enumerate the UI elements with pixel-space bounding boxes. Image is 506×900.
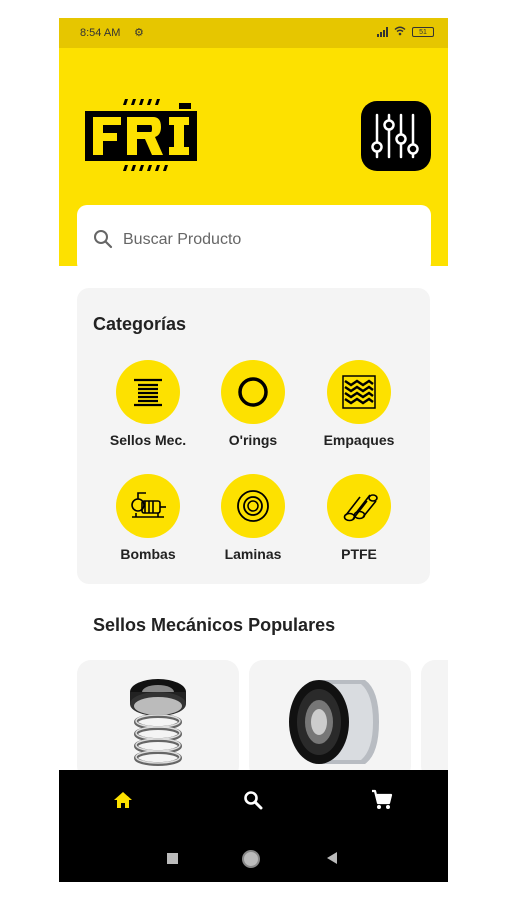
- battery-level: 51: [419, 29, 427, 36]
- category-label: Empaques: [323, 432, 395, 448]
- category-sellos-mec[interactable]: Sellos Mec.: [100, 360, 196, 448]
- nav-cart[interactable]: [370, 788, 394, 817]
- status-time: 8:54 AM: [80, 27, 121, 39]
- app-screen: 8:54 AM ⚙ 51 Buscar Producto Categorías …: [59, 18, 448, 882]
- back-button[interactable]: [325, 850, 339, 871]
- category-orings[interactable]: O'rings: [205, 360, 301, 448]
- category-label: PTFE: [341, 546, 377, 562]
- search-input[interactable]: [121, 225, 415, 255]
- product-card-partial[interactable]: [421, 660, 448, 780]
- signal-icon: [377, 27, 388, 37]
- category-empaques[interactable]: Empaques: [311, 360, 407, 448]
- category-laminas[interactable]: Laminas: [205, 474, 301, 562]
- tubes-icon: [327, 474, 391, 538]
- nav-home[interactable]: [111, 788, 135, 817]
- product-card[interactable]: [77, 660, 239, 780]
- search-icon: [244, 791, 263, 810]
- header: [59, 48, 448, 273]
- washer-icon: [221, 474, 285, 538]
- categories-title: Categorías: [93, 314, 187, 334]
- nav-search[interactable]: [241, 788, 265, 817]
- product-card[interactable]: [249, 660, 411, 780]
- filter-button[interactable]: [361, 101, 431, 171]
- battery-icon: 51: [412, 27, 434, 37]
- category-label: Sellos Mec.: [109, 432, 187, 448]
- categories-panel: Categorías Sellos Mec. O'rings Empaques …: [77, 288, 430, 584]
- weave-icon: [327, 360, 391, 424]
- ring-icon: [221, 360, 285, 424]
- wifi-icon: [394, 26, 406, 38]
- search-bar[interactable]: [77, 205, 431, 273]
- home-circle-icon: [242, 850, 260, 868]
- cartridge-seal-image: [289, 680, 379, 764]
- category-bombas[interactable]: Bombas: [100, 474, 196, 562]
- back-icon: [327, 852, 337, 864]
- recents-button[interactable]: [167, 850, 178, 864]
- sliders-icon: [371, 113, 419, 159]
- cart-icon: [372, 789, 393, 809]
- popular-title: Sellos Mecánicos Populares: [93, 615, 336, 635]
- settings-icon: ⚙: [134, 27, 144, 39]
- recents-icon: [167, 853, 178, 864]
- fri-logo: [85, 95, 197, 175]
- search-icon: [94, 230, 113, 249]
- home-icon: [114, 792, 132, 808]
- bottom-navigation: [59, 770, 448, 882]
- category-ptfe[interactable]: PTFE: [311, 474, 407, 562]
- system-home-button[interactable]: [242, 850, 260, 868]
- pump-icon: [116, 474, 180, 538]
- category-label: Bombas: [120, 546, 176, 562]
- lines-icon: [116, 360, 180, 424]
- spring-seal-image: [130, 679, 186, 766]
- status-bar: 8:54 AM ⚙ 51: [59, 18, 448, 48]
- category-label: Laminas: [224, 546, 282, 562]
- category-label: O'rings: [228, 432, 278, 448]
